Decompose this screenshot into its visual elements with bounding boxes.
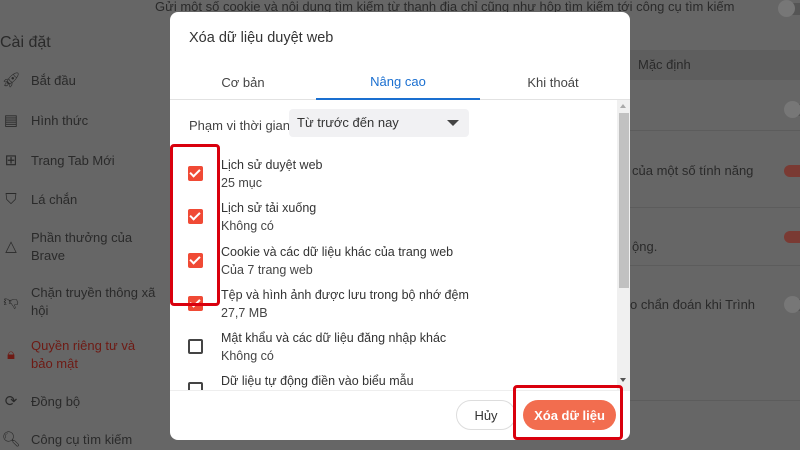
tab-basic[interactable]: Cơ bản (170, 64, 316, 100)
checkbox-highlight-box (170, 144, 220, 306)
time-range-select[interactable]: Từ trước đến nay (289, 109, 469, 137)
sidebar-item-label: Hình thức (31, 113, 89, 128)
sidebar-item-label: Lá chắn (31, 192, 78, 207)
dialog-title: Xóa dữ liệu duyệt web (189, 30, 334, 46)
background-toggle[interactable] (784, 101, 800, 118)
time-range-label: Phạm vi thời gian (189, 118, 291, 133)
background-row-text: của một số tính năng (632, 163, 754, 178)
sidebar-item-shields[interactable]: ⛉ Lá chắn (0, 191, 170, 209)
item-label: Cookie và các dữ liệu khác của trang web (221, 245, 454, 259)
appearance-icon: ▤ (3, 112, 19, 129)
dialog-tabs: Cơ bản Nâng cao Khi thoát (170, 64, 630, 100)
item-sub: 27,7 MB (221, 306, 268, 320)
sidebar-item-label: Bắt đầu (31, 73, 76, 88)
scroll-down-icon[interactable] (620, 378, 626, 382)
scrollbar-thumb[interactable] (619, 113, 629, 288)
sync-icon: ⟳ (4, 393, 18, 410)
clear-button-highlight-box (513, 385, 623, 440)
time-range-value: Từ trước đến nay (297, 115, 399, 130)
sidebar-item-rewards[interactable]: △ Phần thưởng của Brave (0, 229, 160, 265)
background-toggle[interactable] (784, 296, 800, 313)
checkbox-unchecked[interactable] (188, 339, 203, 354)
clear-browsing-data-dialog: Xóa dữ liệu duyệt web Cơ bản Nâng cao Kh… (170, 12, 630, 440)
background-row-text: ộng. (632, 239, 658, 254)
data-item-download-history[interactable]: Lịch sử tải xuống Không có (170, 201, 610, 245)
data-item-cookies[interactable]: Cookie và các dữ liệu khác của trang web… (170, 245, 610, 289)
sidebar-item-label: Phần thưởng của Brave (31, 230, 133, 263)
search-icon: 🔍︎ (1, 431, 21, 448)
sidebar-item-new-tab[interactable]: ⊞ Trang Tab Mới (0, 152, 170, 170)
sidebar-item-appearance[interactable]: ▤ Hình thức (0, 112, 170, 130)
scroll-up-icon[interactable] (620, 104, 626, 108)
checkbox-unchecked[interactable] (188, 382, 203, 390)
sidebar-item-sync[interactable]: ⟳ Đồng bộ (0, 393, 170, 411)
cancel-button[interactable]: Hủy (456, 400, 516, 430)
sidebar-item-label: Trang Tab Mới (31, 153, 115, 168)
background-toggle[interactable] (784, 165, 800, 177)
item-label: Lịch sử tải xuống (221, 201, 317, 215)
new-tab-icon: ⊞ (4, 152, 18, 169)
item-sub: Của 7 trang web (221, 263, 313, 277)
data-item-passwords[interactable]: Mật khẩu và các dữ liệu đăng nhập khác Kh… (170, 331, 610, 375)
sidebar-item-get-started[interactable]: 🚀︎ Bắt đầu (0, 72, 170, 90)
lock-icon: 🔒︎ (7, 346, 15, 363)
background-row-text: o chẩn đoán khi Trình (630, 297, 756, 312)
sidebar-item-label: Đồng bộ (31, 394, 81, 409)
background-toggle[interactable] (778, 0, 800, 17)
sidebar-item-label: Quyền riêng tư và bảo mật (31, 338, 136, 371)
item-sub: Không có (221, 219, 274, 233)
shield-icon: ⛉ (5, 191, 17, 208)
settings-title: Cài đặt (0, 34, 51, 51)
data-item-browsing-history[interactable]: Lịch sử duyệt web 25 mục (170, 158, 610, 202)
thumbs-down-icon: 👎︎ (3, 293, 19, 310)
rocket-icon: 🚀︎ (1, 72, 21, 89)
background-select-value: Mặc định (638, 57, 691, 72)
sidebar-item-privacy[interactable]: 🔒︎ Quyền riêng tư và bảo mật (0, 337, 160, 373)
item-label: Lịch sử duyệt web (221, 158, 323, 172)
item-label: Tệp và hình ảnh được lưu trong bộ nhớ đệ… (221, 288, 469, 302)
background-select[interactable]: Mặc định (630, 50, 800, 80)
chevron-down-icon (447, 120, 459, 126)
scrollbar[interactable] (617, 100, 630, 390)
item-label: Mật khẩu và các dữ liệu đăng nhập khác (221, 331, 447, 345)
rewards-triangle-icon: △ (5, 238, 17, 255)
sidebar-item-label: Chặn truyền thông xã hội (31, 285, 156, 318)
item-sub: 25 mục (221, 176, 262, 190)
dialog-content: Phạm vi thời gian Từ trước đến nay Lịch … (170, 100, 630, 390)
item-label: Dữ liệu tự động điền vào biểu mẫu (221, 374, 414, 388)
sidebar-item-search-engine[interactable]: 🔍︎ Công cụ tìm kiếm (0, 431, 170, 449)
sidebar-item-label: Công cụ tìm kiếm (31, 432, 133, 447)
data-item-cache[interactable]: Tệp và hình ảnh được lưu trong bộ nhớ đệ… (170, 288, 610, 332)
tab-on-exit[interactable]: Khi thoát (480, 64, 626, 100)
item-sub: Không có (221, 349, 274, 363)
tab-advanced[interactable]: Nâng cao (316, 64, 480, 100)
background-toggle[interactable] (784, 231, 800, 243)
sidebar-item-social-blocking[interactable]: 👎︎ Chặn truyền thông xã hội (0, 284, 160, 320)
